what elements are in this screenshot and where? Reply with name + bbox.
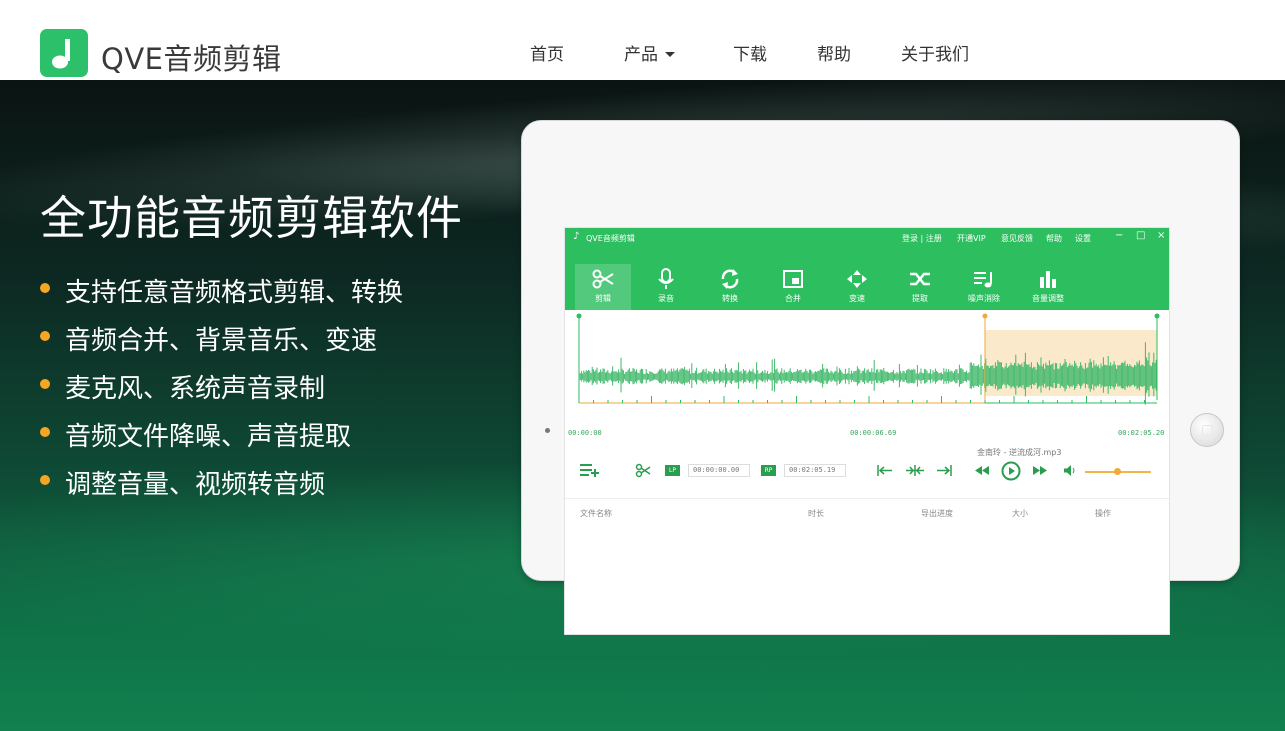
play-icon[interactable] xyxy=(1001,461,1021,481)
logo[interactable] xyxy=(40,29,88,77)
nav-home[interactable]: 首页 xyxy=(530,40,564,65)
tool-label: 录音 xyxy=(658,294,674,303)
music-note-icon xyxy=(52,39,70,69)
bullet-icon xyxy=(40,331,50,341)
app-logo-icon: ♪ xyxy=(573,231,580,242)
settings-link[interactable]: 设置 xyxy=(1075,233,1091,244)
nav-help[interactable]: 帮助 xyxy=(817,40,851,65)
help-link[interactable]: 帮助 xyxy=(1046,233,1062,244)
tool-label: 变速 xyxy=(849,294,865,303)
convert-icon xyxy=(721,269,739,289)
divider xyxy=(565,498,1169,499)
app-title: QVE音频剪辑 xyxy=(586,234,635,243)
add-file-icon[interactable] xyxy=(580,463,600,477)
tool-record[interactable]: 录音 xyxy=(638,264,694,310)
microphone-icon xyxy=(658,268,674,289)
start-marker-handle xyxy=(576,313,582,319)
column-header-progress: 导出进度 xyxy=(921,509,953,518)
nav-products-label: 产品 xyxy=(624,45,658,65)
end-marker-handle xyxy=(1154,313,1160,319)
scissors-icon[interactable] xyxy=(635,463,651,478)
go-to-end-icon[interactable] xyxy=(936,465,952,476)
volume-slider-handle[interactable] xyxy=(1114,468,1121,475)
feature-item: 麦克风、系统声音录制 xyxy=(40,368,480,404)
scissors-icon xyxy=(592,269,614,289)
tool-convert[interactable]: 转换 xyxy=(702,264,758,310)
speed-icon xyxy=(847,270,867,288)
rewind-icon[interactable] xyxy=(975,466,989,475)
app-screenshot: ♪ QVE音频剪辑 登录 | 注册 开通VIP 意见反馈 帮助 设置 − □ ×… xyxy=(564,227,1170,635)
vip-link[interactable]: 开通VIP xyxy=(957,233,986,244)
nav-download[interactable]: 下载 xyxy=(733,40,767,65)
extract-icon xyxy=(910,272,930,286)
login-register-link[interactable]: 登录 | 注册 xyxy=(902,233,942,244)
chevron-down-icon xyxy=(665,52,675,57)
column-header-size: 大小 xyxy=(1012,509,1028,518)
feature-text: 音频合并、背景音乐、变速 xyxy=(65,326,378,356)
maximize-icon[interactable]: □ xyxy=(1136,230,1145,241)
tool-label: 转换 xyxy=(722,294,738,303)
tool-speed[interactable]: 变速 xyxy=(829,264,885,310)
go-to-start-icon[interactable] xyxy=(877,465,893,476)
feature-item: 支持任意音频格式剪辑、转换 xyxy=(40,272,480,308)
tool-merge[interactable]: 合并 xyxy=(765,264,821,310)
end-time-input[interactable]: 00:02:05.19 xyxy=(784,464,846,477)
tool-label: 提取 xyxy=(912,294,928,303)
file-name: 金南玲 - 逆流成河.mp3 xyxy=(977,448,1062,457)
fast-forward-icon[interactable] xyxy=(1033,466,1047,475)
feature-item: 音频合并、背景音乐、变速 xyxy=(40,320,480,356)
merge-icon xyxy=(783,270,803,288)
tool-extract[interactable]: 提取 xyxy=(892,264,948,310)
feature-text: 音频文件降噪、声音提取 xyxy=(65,422,352,452)
bullet-icon xyxy=(40,427,50,437)
start-marker-label: LP xyxy=(665,465,680,476)
noise-removal-icon xyxy=(974,272,992,288)
tablet-home-button xyxy=(1190,413,1224,447)
feature-item: 音频文件降噪、声音提取 xyxy=(40,416,480,452)
feedback-link[interactable]: 意见反馈 xyxy=(1001,233,1033,244)
column-header-duration: 时长 xyxy=(808,509,824,518)
selection-start-handle xyxy=(982,313,988,319)
tool-volume-adjust[interactable]: 音量调整 xyxy=(1020,264,1076,310)
timeline-start: 00:00:00 xyxy=(568,429,602,437)
volume-adjust-icon xyxy=(1040,271,1056,288)
app-header: ♪ QVE音频剪辑 登录 | 注册 开通VIP 意见反馈 帮助 设置 − □ ×… xyxy=(565,228,1169,310)
column-header-actions: 操作 xyxy=(1095,509,1111,518)
split-icon[interactable] xyxy=(906,465,924,476)
feature-text: 调整音量、视频转音频 xyxy=(65,470,326,500)
tool-noise-removal[interactable]: 噪声消除 xyxy=(956,264,1012,310)
nav-products[interactable]: 产品 xyxy=(624,40,675,65)
tool-label: 剪辑 xyxy=(595,294,611,303)
close-icon[interactable]: × xyxy=(1157,230,1165,241)
timeline-end: 00:02:05.20 xyxy=(1118,429,1165,437)
column-header-filename: 文件名称 xyxy=(580,509,612,518)
tool-label: 噪声消除 xyxy=(968,294,1000,303)
bullet-icon xyxy=(40,475,50,485)
feature-text: 支持任意音频格式剪辑、转换 xyxy=(65,278,404,308)
tool-cut[interactable]: 剪辑 xyxy=(575,264,631,310)
feature-text: 麦克风、系统声音录制 xyxy=(65,374,326,404)
brand-name[interactable]: QVE音频剪辑 xyxy=(101,36,282,78)
tablet-camera xyxy=(545,428,550,433)
hero-title: 全功能音频剪辑软件 xyxy=(40,191,463,245)
tool-label: 合并 xyxy=(785,294,801,303)
bullet-icon xyxy=(40,283,50,293)
bullet-icon xyxy=(40,379,50,389)
volume-icon[interactable] xyxy=(1064,465,1076,476)
timeline-mid: 00:00:06.69 xyxy=(850,429,897,437)
tool-label: 音量调整 xyxy=(1032,294,1064,303)
minimize-icon[interactable]: − xyxy=(1115,230,1123,241)
start-time-input[interactable]: 00:00:00.00 xyxy=(688,464,750,477)
top-nav-bar: QVE音频剪辑 首页 产品 下载 帮助 关于我们 xyxy=(0,0,1285,80)
end-marker-label: RP xyxy=(761,465,776,476)
nav-about[interactable]: 关于我们 xyxy=(901,40,969,65)
feature-item: 调整音量、视频转音频 xyxy=(40,464,480,500)
